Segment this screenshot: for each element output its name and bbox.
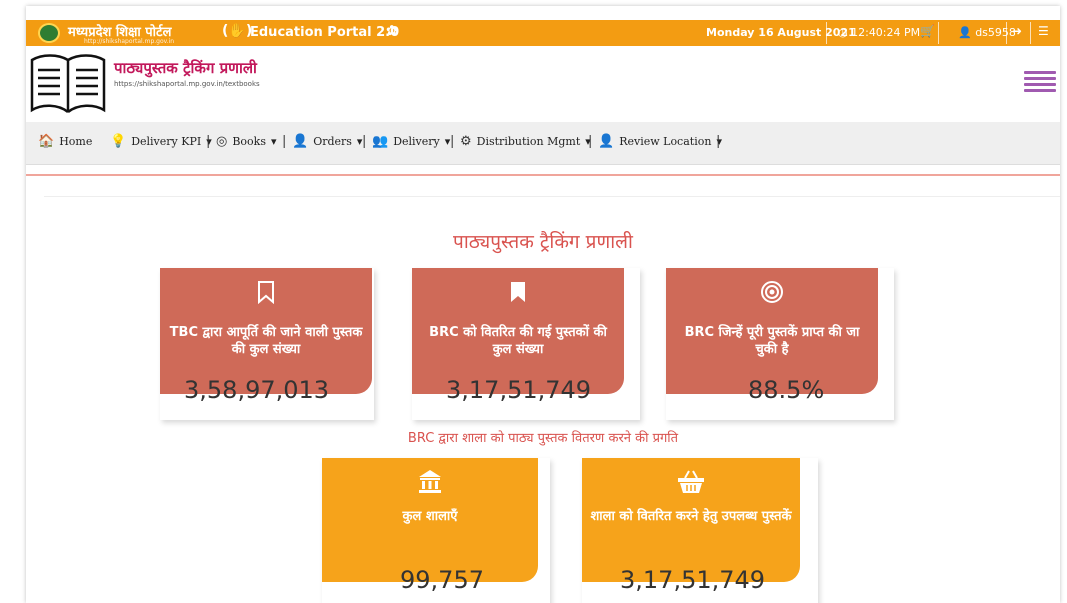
bookmark-filled-icon	[412, 280, 624, 310]
nav-orders[interactable]: 👤 Orders ▾	[292, 134, 362, 149]
nav-separator: |	[588, 134, 593, 149]
topbar-divider	[938, 22, 939, 44]
bank-icon	[322, 468, 538, 500]
caret-icon: ▾	[270, 135, 277, 148]
stat-card-value: 99,757	[400, 566, 484, 594]
stat-card-total-schools[interactable]: कुल शालाएँ 99,757	[322, 458, 550, 603]
browser-frame: मध्यप्रदेश शिक्षा पोर्टल http://shikshap…	[26, 6, 1060, 603]
stat-card-label: BRC जिन्हें पूरी पुस्तकें प्राप्त की जा …	[684, 325, 860, 357]
stat-card-books-available[interactable]: शाला को वितरित करने हेतु उपलब्ध पुस्तकें…	[582, 458, 818, 603]
stat-card-label: शाला को वितरित करने हेतु उपलब्ध पुस्तकें	[590, 509, 792, 524]
stat-card-value: 3,17,51,749	[446, 376, 592, 404]
portal-logo-icon[interactable]	[38, 23, 60, 43]
nav-distribution-label: Distribution Mgmt	[476, 135, 581, 148]
app-title[interactable]: पाठ्यपुस्तक ट्रैकिंग प्रणाली	[114, 58, 257, 78]
user-icon: 👤	[958, 26, 976, 39]
cart-icon[interactable]: 🛒	[920, 24, 935, 38]
person-icon: 👤	[598, 134, 615, 149]
stat-card-tbc-total[interactable]: TBC द्वारा आपूर्ति की जाने वाली पुस्तक क…	[160, 268, 374, 420]
section-title: BRC द्वारा शाला को पाठ्य पुस्तक वितरण कर…	[407, 431, 679, 446]
home-icon: 🏠	[38, 134, 55, 149]
hamburger-menu-icon[interactable]	[1024, 68, 1056, 94]
logout-icon[interactable]: ➜	[1012, 24, 1022, 38]
nav-home-label: Home	[59, 135, 93, 148]
open-book-logo-icon[interactable]	[28, 52, 108, 116]
nav-review-location-label: Review Location	[619, 135, 712, 148]
nav-home[interactable]: 🏠 Home	[38, 134, 92, 149]
stat-card-body: कुल शालाएँ	[322, 458, 538, 582]
person-icon: 👤	[292, 134, 309, 149]
app-header: पाठ्यपुस्तक ट्रैकिंग प्रणाली https://shi…	[26, 46, 1060, 122]
user-menu[interactable]: 👤 ds5958	[958, 26, 1016, 39]
page-title: पाठ्यपुस्तक ट्रैकिंग प्रणाली	[453, 231, 633, 253]
bulb-icon: 💡	[110, 134, 127, 149]
nav-separator: |	[362, 134, 367, 149]
topbar-divider	[1030, 22, 1031, 44]
stat-card-value: 3,17,51,749	[620, 566, 766, 594]
nav-books-label: Books	[232, 135, 266, 148]
portal-name: Education Portal 2.0	[250, 25, 400, 40]
nav-separator: |	[716, 134, 721, 149]
stat-card-brc-distributed[interactable]: BRC को वितरित की गई पुस्तकों की कुल संख्…	[412, 268, 640, 420]
stat-card-value: 88.5%	[748, 376, 825, 404]
stat-card-brc-complete[interactable]: BRC जिन्हें पूरी पुस्तकें प्राप्त की जा …	[666, 268, 894, 420]
nav-orders-label: Orders	[313, 135, 352, 148]
clock-icon: ◷	[838, 26, 852, 39]
topbar-divider	[826, 22, 827, 44]
nav-separator: |	[206, 134, 211, 149]
basket-icon	[582, 468, 800, 500]
nav-delivery-label: Delivery	[393, 135, 440, 148]
bookmark-outline-icon	[160, 280, 372, 310]
decor-icon: ✿	[386, 23, 398, 39]
top-bar: मध्यप्रदेश शिक्षा पोर्टल http://shikshap…	[26, 20, 1060, 46]
time-text: 12:40:24 PM	[851, 26, 921, 39]
nav-separator: |	[282, 134, 287, 149]
divider	[26, 174, 1060, 176]
hands-logo-icon: (✋)	[222, 23, 253, 39]
site-url: http://shikshaportal.mp.gov.in	[84, 38, 175, 45]
nav-delivery-kpi-label: Delivery KPI	[131, 135, 202, 148]
disc-icon: ◎	[216, 134, 228, 149]
current-time: ◷ 12:40:24 PM	[838, 26, 920, 39]
people-icon: 👥	[372, 134, 389, 149]
divider	[44, 196, 1060, 197]
nav-delivery-kpi[interactable]: 💡 Delivery KPI ▾	[110, 134, 212, 149]
main-navbar: 🏠 Home 💡 Delivery KPI ▾ | ◎ Books ▾ | 👤 Or…	[26, 122, 1060, 165]
stat-card-body: शाला को वितरित करने हेतु उपलब्ध पुस्तकें	[582, 458, 800, 582]
gears-icon: ⚙	[460, 134, 472, 149]
nav-delivery[interactable]: 👥 Delivery ▾	[372, 134, 450, 149]
current-date: Monday 16 August 2021	[706, 26, 856, 39]
nav-review-location[interactable]: 👤 Review Location ▾	[598, 134, 722, 149]
stat-card-label: BRC को वितरित की गई पुस्तकों की कुल संख्…	[429, 325, 607, 357]
username: ds5958	[975, 26, 1016, 39]
stat-card-label: कुल शालाएँ	[402, 509, 458, 524]
stat-card-label: TBC द्वारा आपूर्ति की जाने वाली पुस्तक क…	[169, 325, 363, 357]
grid-menu-icon[interactable]: ☰	[1038, 24, 1049, 38]
nav-books[interactable]: ◎ Books ▾	[216, 134, 277, 149]
nav-separator: |	[450, 134, 455, 149]
target-icon	[666, 280, 878, 310]
topbar-divider	[1006, 22, 1007, 44]
stat-card-value: 3,58,97,013	[184, 376, 330, 404]
nav-distribution[interactable]: ⚙ Distribution Mgmt ▾	[460, 134, 591, 149]
app-url: https://shikshaportal.mp.gov.in/textbook…	[114, 80, 260, 88]
